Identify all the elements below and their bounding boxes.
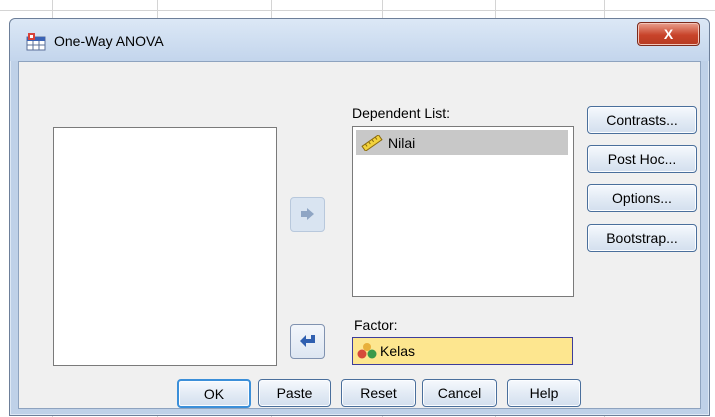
- reset-button[interactable]: Reset: [341, 379, 416, 407]
- one-way-anova-dialog: One-Way ANOVA X Dependent List: Nilai Fa…: [9, 18, 710, 416]
- contrasts-button[interactable]: Contrasts...: [587, 106, 697, 134]
- dependent-list[interactable]: Nilai: [352, 126, 574, 297]
- factor-value: Kelas: [380, 343, 416, 359]
- close-icon: X: [663, 26, 674, 42]
- post-hoc-button[interactable]: Post Hoc...: [587, 145, 697, 173]
- dependent-variable-label: Nilai: [388, 134, 416, 151]
- dependent-list-label: Dependent List:: [352, 105, 451, 121]
- spss-dialog-icon: [26, 33, 46, 51]
- cancel-button[interactable]: Cancel: [422, 379, 497, 407]
- paste-button[interactable]: Paste: [258, 379, 331, 407]
- dialog-body: Dependent List: Nilai Factor: Kelas Cont…: [18, 61, 701, 409]
- source-variable-list[interactable]: [53, 127, 277, 366]
- title-bar[interactable]: One-Way ANOVA X: [10, 19, 709, 61]
- help-button[interactable]: Help: [507, 379, 581, 407]
- window-title: One-Way ANOVA: [54, 33, 164, 49]
- factor-field[interactable]: Kelas: [352, 337, 573, 365]
- list-item[interactable]: Nilai: [356, 130, 568, 155]
- close-button[interactable]: X: [637, 22, 700, 46]
- bootstrap-button[interactable]: Bootstrap...: [587, 224, 697, 252]
- ruler-icon: [361, 134, 383, 151]
- arrow-right-icon: [300, 207, 314, 220]
- people-icon: [357, 343, 377, 359]
- options-button[interactable]: Options...: [587, 184, 697, 212]
- move-from-factor-button[interactable]: [290, 324, 325, 359]
- ok-button[interactable]: OK: [177, 379, 251, 408]
- move-to-dependent-button[interactable]: [290, 197, 325, 232]
- arrow-left-icon: [299, 334, 315, 347]
- factor-label: Factor:: [354, 317, 398, 333]
